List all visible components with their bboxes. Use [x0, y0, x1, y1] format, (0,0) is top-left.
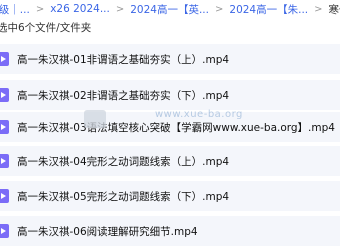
video-file-icon	[0, 88, 9, 102]
watermark-url: www.xue-ba.org	[155, 109, 243, 120]
breadcrumb-item-4[interactable]: 2024高一【朱...	[229, 2, 308, 17]
breadcrumb: -级｜... > x26 2024... > 2024高一【英... > 202…	[0, 0, 340, 18]
file-row[interactable]: 高一朱汉祺-05完形之动词题线索（下）.mp4	[0, 181, 340, 211]
breadcrumb-separator: >	[115, 3, 125, 15]
file-name[interactable]: 高一朱汉祺-01非谓语之基础夯实（上）.mp4	[17, 52, 229, 67]
file-name[interactable]: 高一朱汉祺-04完形之动词题线索（上）.mp4	[17, 154, 229, 169]
video-file-icon	[0, 120, 9, 134]
file-row[interactable]: 高一朱汉祺-01非谓语之基础夯实（上）.mp4	[0, 44, 340, 74]
video-file-icon	[0, 189, 9, 203]
breadcrumb-separator: >	[314, 3, 323, 15]
file-row[interactable]: 高一朱汉祺-06阅读理解研究细节.mp4	[0, 216, 340, 246]
breadcrumb-separator: >	[215, 3, 224, 15]
video-file-icon	[0, 52, 9, 66]
breadcrumb-item-3[interactable]: 2024高一【英...	[130, 2, 209, 17]
file-row[interactable]: 高一朱汉祺-04完形之动词题线索（上）.mp4	[0, 146, 340, 176]
watermark-logo	[84, 110, 106, 128]
video-file-icon	[0, 154, 9, 168]
file-row[interactable]: 高一朱汉祺-02非谓语之基础夯实（下）.mp4	[0, 80, 340, 110]
file-name[interactable]: 高一朱汉祺-06阅读理解研究细节.mp4	[17, 224, 198, 239]
file-name[interactable]: 高一朱汉祺-05完形之动词题线索（下）.mp4	[17, 189, 229, 204]
breadcrumb-separator: >	[35, 3, 45, 15]
video-file-icon	[0, 224, 9, 238]
file-name[interactable]: 高一朱汉祺-02非谓语之基础夯实（下）.mp4	[17, 88, 229, 103]
selection-status: 选中6个文件/文件夹	[0, 22, 92, 34]
breadcrumb-item-1[interactable]: -级｜...	[0, 2, 30, 17]
breadcrumb-item-current: 寒假班-朱汉祺英...	[328, 3, 340, 16]
file-name[interactable]: 高一朱汉祺-03语法填空核心突破【学霸网www.xue-ba.org】.mp4	[17, 120, 335, 135]
breadcrumb-item-2[interactable]: x26 2024...	[50, 3, 110, 15]
